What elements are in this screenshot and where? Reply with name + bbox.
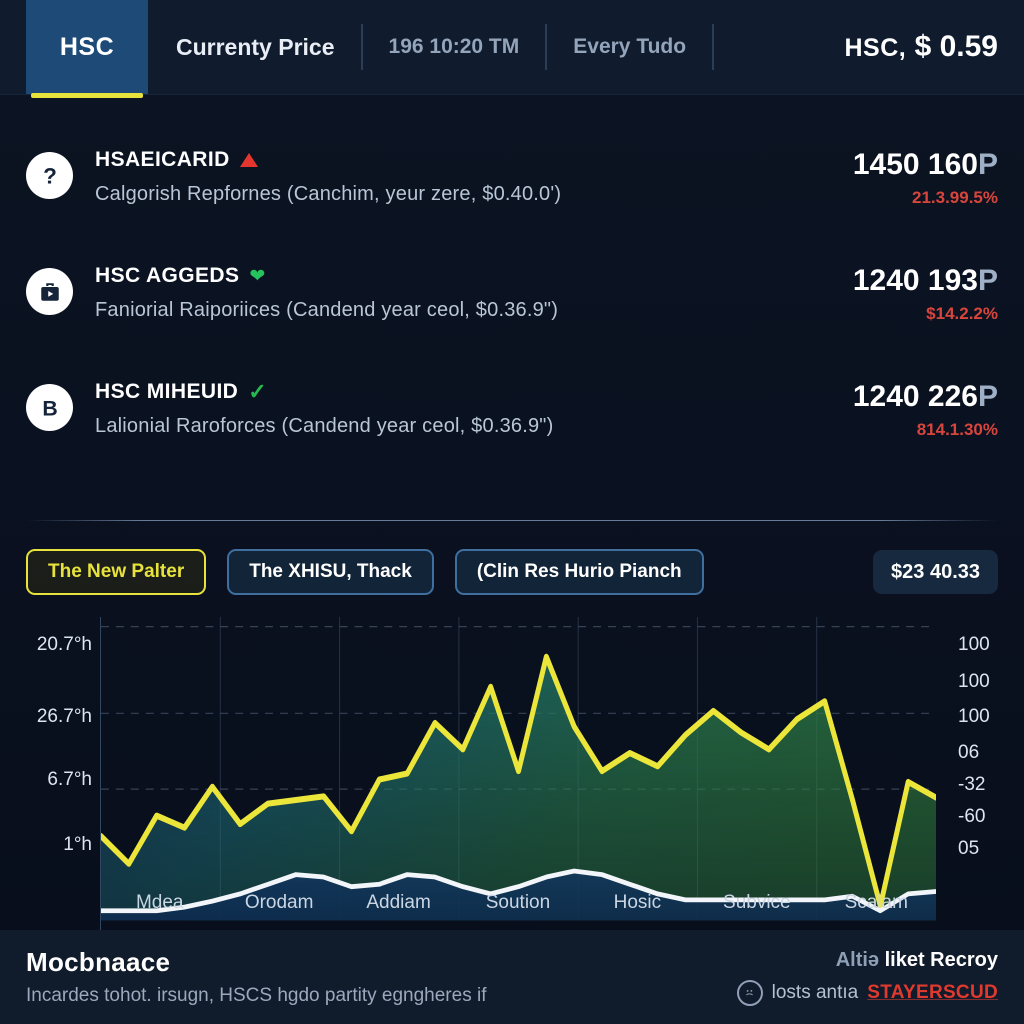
footer-right-bottom: losts antıa STAYERSCUD bbox=[736, 979, 998, 1006]
footer-right-bottom-text: losts antıa bbox=[771, 981, 859, 1003]
y-right-tick: -60 bbox=[958, 806, 986, 827]
filter-bar: The New Palter The XHISU, Thack (Clin Re… bbox=[0, 521, 1024, 595]
header-item-currenty-price[interactable]: Currenty Price bbox=[176, 34, 335, 61]
list-item-value-unit: P bbox=[977, 264, 998, 297]
list-item-body: HSAEICARID Calgorish Repfornes (Canchim,… bbox=[73, 146, 798, 206]
svg-text:B: B bbox=[42, 396, 57, 420]
list-item-value-number: 1240 226 bbox=[852, 380, 978, 413]
list-item-subtitle: Calgorish Repfornes (Canchim, yeur zere,… bbox=[95, 183, 562, 205]
header-divider bbox=[360, 24, 363, 70]
y-left-tick: 1°h bbox=[63, 834, 92, 855]
y-left-tick: 26.7°h bbox=[36, 706, 92, 727]
x-tick-label: Mdea bbox=[135, 892, 184, 913]
footer-right-top-strong: liket Recroy bbox=[884, 948, 998, 971]
app-header: HSC Currenty Price 196 10:20 TM Every Tu… bbox=[0, 0, 1024, 98]
chart-x-axis: Mdea Orodam Addiam Soution Hosic Subvice… bbox=[100, 892, 936, 922]
list-item-body: HSC AGGEDS ❤ Faniorial Raiporiices (Cand… bbox=[73, 262, 798, 322]
x-tick-label: Addiam bbox=[366, 892, 431, 913]
triangle-up-icon bbox=[239, 153, 258, 167]
app-footer: Mocbnaace Incardes tohot. irsugn, HSCS h… bbox=[0, 930, 1024, 1024]
header-divider bbox=[545, 24, 548, 70]
footer-title: Mocbnaace bbox=[26, 947, 171, 977]
briefcase-play-icon bbox=[26, 268, 73, 315]
x-tick-label: Orodam bbox=[244, 892, 314, 913]
list-item-title-line: HSAEICARID bbox=[95, 148, 798, 172]
heart-icon: ❤ bbox=[249, 265, 266, 287]
list-item[interactable]: HSC AGGEDS ❤ Faniorial Raiporiices (Cand… bbox=[26, 262, 998, 378]
footer-subtitle: Incardes tohot. irsugn, HSCS hgdo partit… bbox=[26, 985, 487, 1006]
list-item-body: HSC MIHEUID ✓ Lalionial Raroforces (Cand… bbox=[73, 378, 798, 438]
list-item-change: $14.2.2% bbox=[926, 304, 998, 323]
list-item-value-number: 1450 160 bbox=[852, 148, 978, 181]
footer-right-top-dim: Altiə bbox=[835, 948, 880, 971]
y-right-tick: -32 bbox=[958, 774, 986, 795]
list-item-change: 21.3.99.5% bbox=[911, 188, 998, 207]
y-right-tick: 100 bbox=[958, 671, 990, 692]
list-item-metrics: 1450 160P 21.3.99.5% bbox=[798, 146, 998, 208]
letter-b-icon: B bbox=[26, 384, 73, 431]
list-item-title: HSC AGGEDS bbox=[95, 264, 240, 287]
list-item-value: 1240 193P bbox=[798, 264, 998, 298]
list-item-metrics: 1240 226P 814.1.30% bbox=[798, 378, 998, 440]
app-root: HSC Currenty Price 196 10:20 TM Every Tu… bbox=[0, 0, 1024, 1024]
filter-chip-the-new-palter[interactable]: The New Palter bbox=[26, 549, 207, 595]
header-item-every-tudo[interactable]: Every Tudo bbox=[573, 35, 686, 59]
list-item-value-unit: P bbox=[977, 148, 998, 181]
list-item-subtitle: Lalionial Raroforces (Candend year ceol,… bbox=[95, 415, 554, 437]
tab-hsc-label: HSC bbox=[59, 32, 115, 61]
list-item-title-line: HSC MIHEUID ✓ bbox=[95, 380, 798, 404]
filter-chip-the-xhisu-thack[interactable]: The XHISU, Thack bbox=[227, 549, 434, 595]
face-circle-icon bbox=[736, 979, 763, 1006]
check-icon: ✓ bbox=[248, 379, 267, 404]
list-item-title: HSAEICARID bbox=[95, 148, 230, 171]
asset-list: ? HSAEICARID Calgorish Repfornes (Canchi… bbox=[0, 94, 1024, 494]
list-item[interactable]: ? HSAEICARID Calgorish Repfornes (Canchi… bbox=[26, 146, 998, 262]
footer-right: Altiə liket Recroy losts antıa STAYERSCU… bbox=[736, 949, 998, 1006]
header-price-value: $ 0.59 bbox=[914, 30, 998, 63]
x-tick-label: Subvice bbox=[723, 892, 791, 913]
header-price: HSC, $ 0.59 bbox=[845, 30, 999, 64]
question-mark-icon: ? bbox=[26, 152, 73, 199]
list-item-title: HSC MIHEUID bbox=[95, 380, 239, 403]
chart-svg bbox=[101, 617, 936, 921]
y-right-tick: 06 bbox=[958, 742, 980, 763]
header-items: Currenty Price 196 10:20 TM Every Tudo H… bbox=[148, 0, 1024, 94]
y-right-tick: 100 bbox=[958, 634, 990, 655]
list-item-title-line: HSC AGGEDS ❤ bbox=[95, 264, 798, 288]
tab-hsc[interactable]: HSC bbox=[26, 0, 148, 98]
x-tick-label: Scalam bbox=[844, 892, 908, 913]
list-item-value-unit: P bbox=[977, 380, 998, 413]
list-item-value: 1450 160P bbox=[798, 148, 998, 182]
header-divider bbox=[712, 24, 715, 70]
y-right-tick: 05 bbox=[958, 838, 980, 859]
footer-brand[interactable]: STAYERSCUD bbox=[867, 982, 998, 1004]
header-price-symbol: HSC, bbox=[844, 34, 907, 62]
list-item-value-number: 1240 193 bbox=[852, 264, 978, 297]
y-left-tick: 20.7°h bbox=[36, 634, 92, 655]
footer-right-top: Altiə liket Recroy bbox=[737, 949, 998, 972]
y-left-tick: 6.7°h bbox=[47, 769, 92, 790]
x-tick-label: Hosic bbox=[613, 892, 662, 913]
chart-area: 20.7°h 26.7°h 6.7°h 1°h 100 100 100 06 -… bbox=[0, 617, 1024, 930]
chart-plot[interactable] bbox=[100, 617, 936, 930]
list-item[interactable]: B HSC MIHEUID ✓ Lalionial Raroforces (Ca… bbox=[26, 378, 998, 494]
chart-y-axis-right: 100 100 100 06 -32 -60 05 bbox=[936, 617, 1024, 930]
list-item-value: 1240 226P bbox=[798, 380, 998, 414]
x-tick-label: Soution bbox=[485, 892, 551, 913]
price-badge: $23 40.33 bbox=[873, 550, 998, 594]
header-item-timestamp[interactable]: 196 10:20 TM bbox=[389, 35, 520, 59]
list-item-subtitle: Faniorial Raiporiices (Candend year ceol… bbox=[95, 299, 559, 321]
footer-left: Mocbnaace Incardes tohot. irsugn, HSCS h… bbox=[26, 947, 737, 1007]
svg-text:?: ? bbox=[43, 163, 57, 188]
chart-y-axis-left: 20.7°h 26.7°h 6.7°h 1°h bbox=[0, 617, 100, 930]
list-item-change: 814.1.30% bbox=[916, 420, 998, 439]
filter-chip-clin-res-hurio-pianch[interactable]: (Clin Res Hurio Pianch bbox=[454, 549, 704, 595]
list-item-metrics: 1240 193P $14.2.2% bbox=[798, 262, 998, 324]
y-right-tick: 100 bbox=[958, 706, 990, 727]
